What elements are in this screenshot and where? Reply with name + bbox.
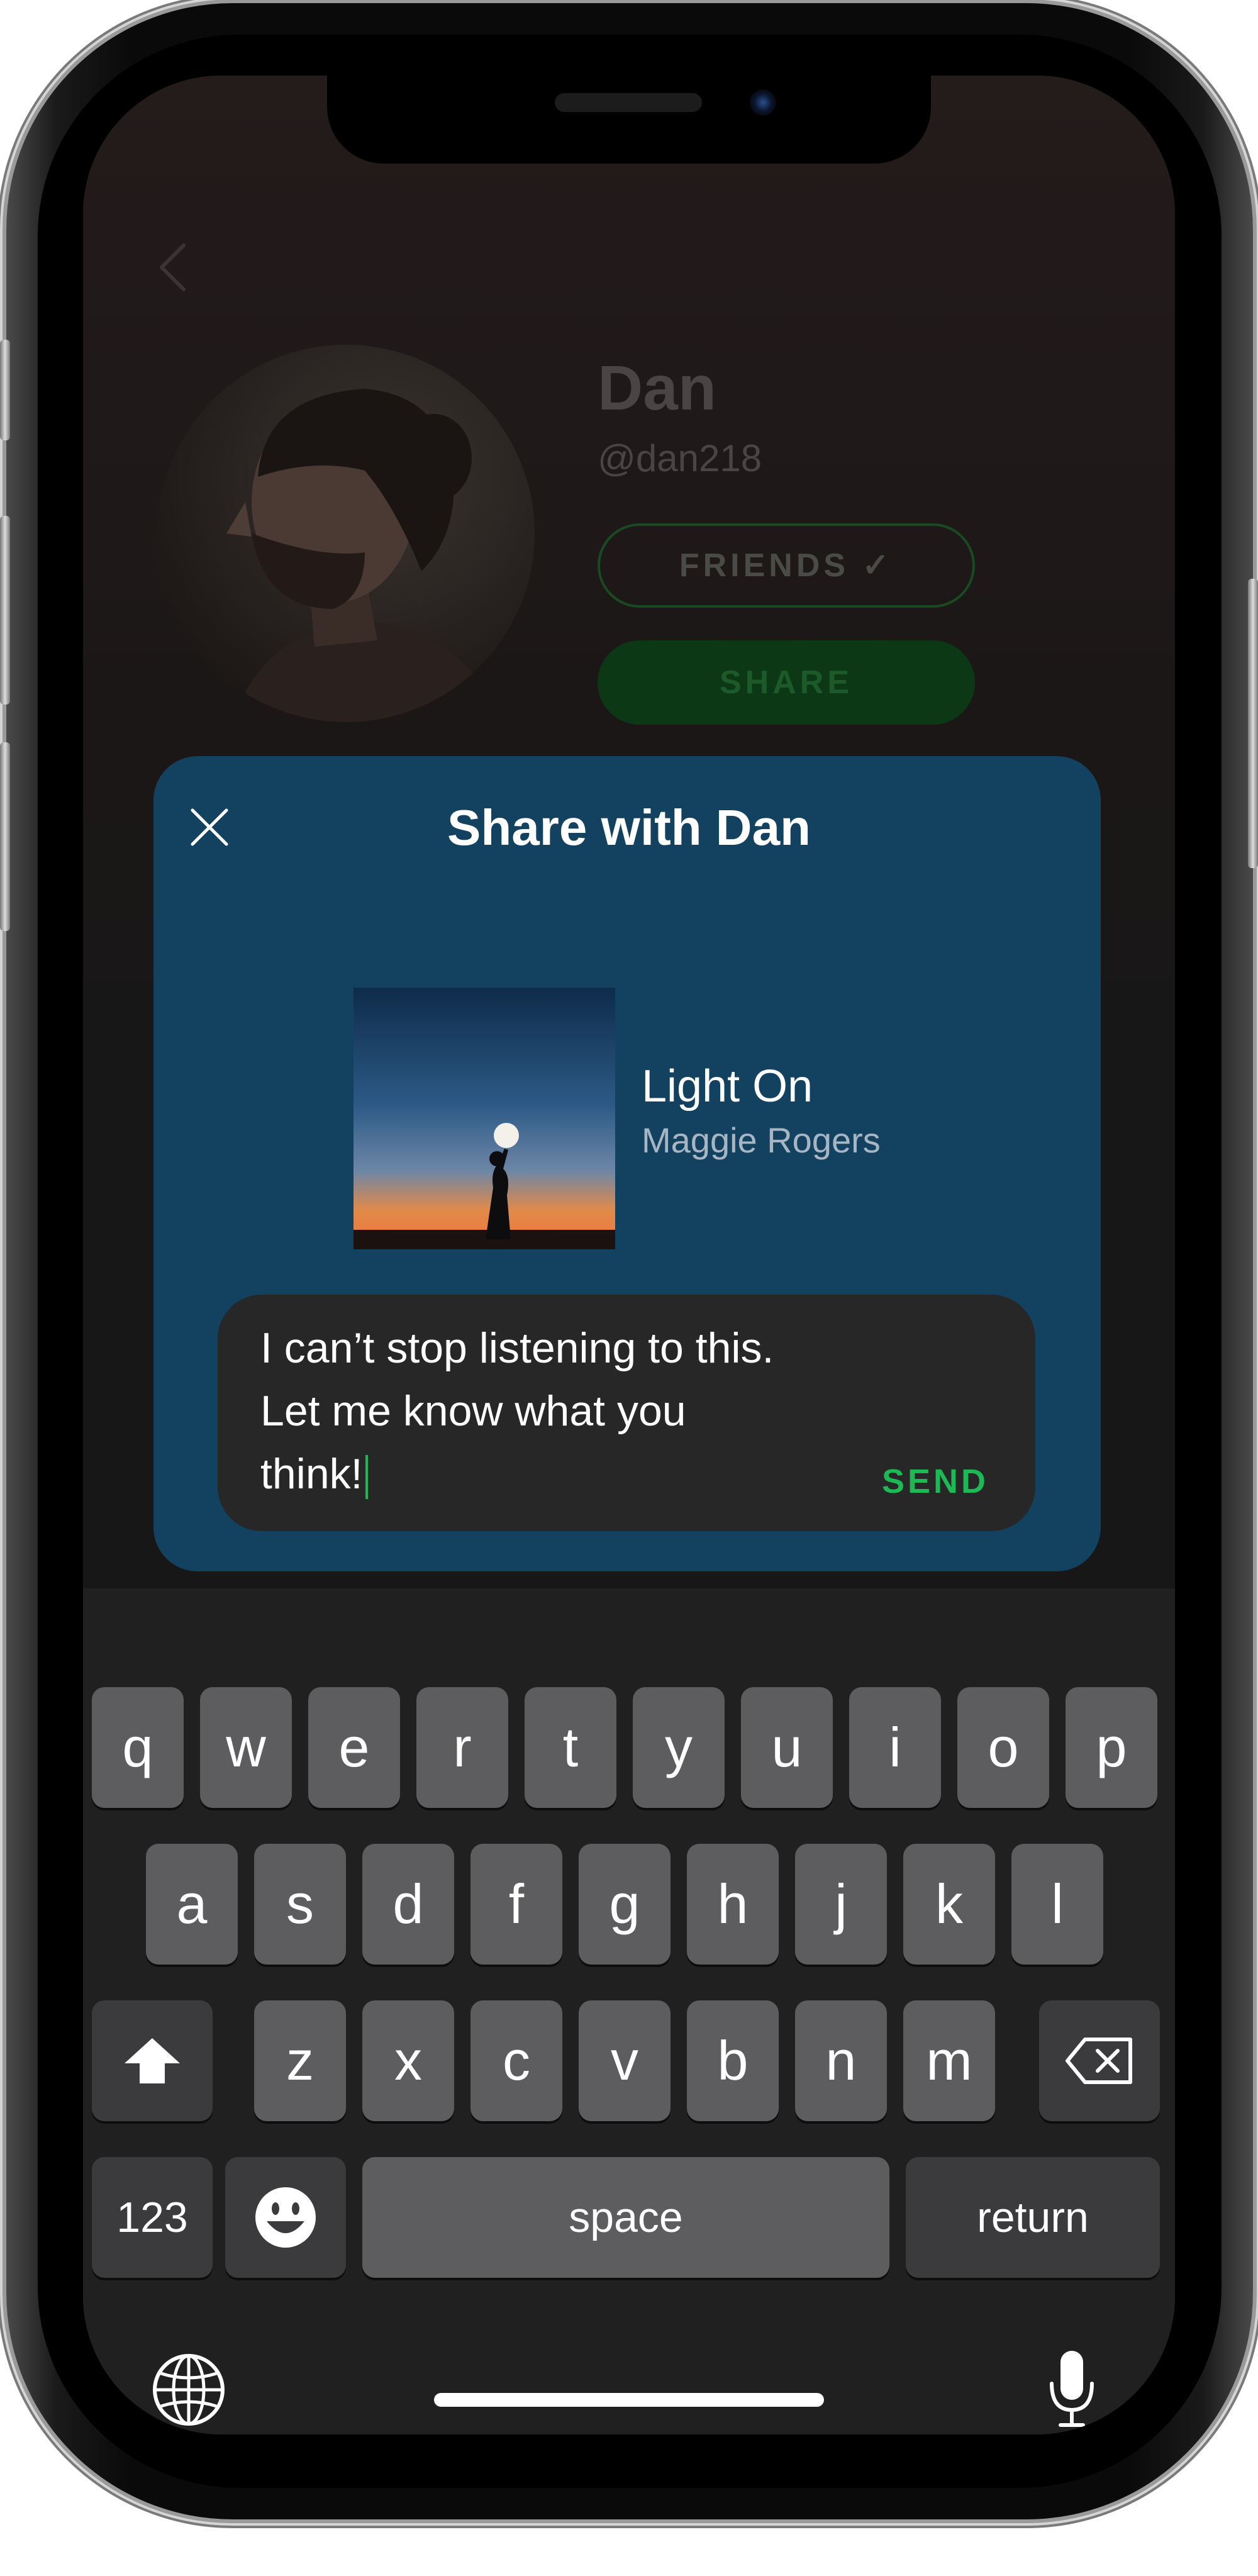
key-l[interactable]: l	[1011, 1844, 1103, 1965]
key-e[interactable]: e	[308, 1687, 400, 1808]
avatar	[157, 345, 535, 722]
profile-name: Dan	[598, 353, 716, 423]
key-z[interactable]: z	[254, 2000, 346, 2121]
globe-icon[interactable]	[151, 2352, 226, 2428]
modal-title: Share with Dan	[447, 800, 811, 856]
key-t[interactable]: t	[525, 1687, 616, 1808]
key-j[interactable]: j	[795, 1844, 887, 1965]
friends-button[interactable]: FRIENDS ✓	[598, 523, 975, 608]
key-w[interactable]: w	[200, 1687, 292, 1808]
key-b[interactable]: b	[687, 2000, 779, 2121]
volume-up-button	[0, 516, 10, 705]
key-g[interactable]: g	[579, 1844, 671, 1965]
share-button[interactable]: SHARE	[598, 640, 975, 725]
earpiece-speaker	[555, 93, 702, 112]
key-s[interactable]: s	[254, 1844, 346, 1965]
track-title: Light On	[642, 1061, 813, 1112]
notch	[327, 75, 931, 164]
shift-arrow-icon	[125, 2038, 180, 2083]
track-artist: Maggie Rogers	[642, 1120, 881, 1160]
key-h[interactable]: h	[687, 1844, 779, 1965]
text-cursor	[365, 1455, 368, 1500]
emoji-key[interactable]	[225, 2157, 346, 2278]
key-u[interactable]: u	[741, 1687, 833, 1808]
profile-handle: @dan218	[598, 437, 762, 479]
keyboard: q w e r t y u i o p a s d f g h j k l z …	[83, 1588, 1175, 2434]
backspace-key[interactable]	[1039, 2000, 1160, 2121]
key-i[interactable]: i	[849, 1687, 941, 1808]
numbers-key[interactable]: 123	[92, 2157, 213, 2278]
space-key[interactable]: space	[362, 2157, 889, 2278]
home-indicator[interactable]	[434, 2393, 824, 2407]
key-p[interactable]: p	[1066, 1687, 1157, 1808]
album-art	[353, 988, 615, 1249]
power-button	[1248, 579, 1258, 868]
shift-key[interactable]	[92, 2000, 213, 2121]
message-line-2: Let me know what you	[260, 1387, 686, 1435]
key-d[interactable]: d	[362, 1844, 454, 1965]
message-line-3-wrap: think!	[260, 1449, 368, 1500]
key-n[interactable]: n	[795, 2000, 887, 2121]
backspace-icon	[1066, 2038, 1132, 2084]
key-m[interactable]: m	[903, 2000, 995, 2121]
key-v[interactable]: v	[579, 2000, 671, 2121]
message-line-1: I can’t stop listening to this.	[260, 1324, 774, 1372]
key-y[interactable]: y	[633, 1687, 725, 1808]
screen: Dan @dan218 FRIENDS ✓ SHARE Share with D…	[83, 75, 1175, 2434]
emoji-icon	[255, 2187, 316, 2248]
key-r[interactable]: r	[416, 1687, 508, 1808]
send-button[interactable]: SEND	[882, 1462, 989, 1501]
microphone-icon[interactable]	[1045, 2348, 1098, 2430]
key-o[interactable]: o	[957, 1687, 1049, 1808]
key-k[interactable]: k	[903, 1844, 995, 1965]
key-q[interactable]: q	[92, 1687, 184, 1808]
mute-switch	[0, 340, 10, 440]
key-c[interactable]: c	[470, 2000, 562, 2121]
volume-down-button	[0, 742, 10, 931]
back-chevron-icon[interactable]	[152, 239, 196, 296]
key-f[interactable]: f	[470, 1844, 562, 1965]
key-x[interactable]: x	[362, 2000, 454, 2121]
return-key[interactable]: return	[906, 2157, 1160, 2278]
front-camera	[750, 89, 776, 116]
message-line-3: think!	[260, 1450, 363, 1498]
key-a[interactable]: a	[146, 1844, 238, 1965]
